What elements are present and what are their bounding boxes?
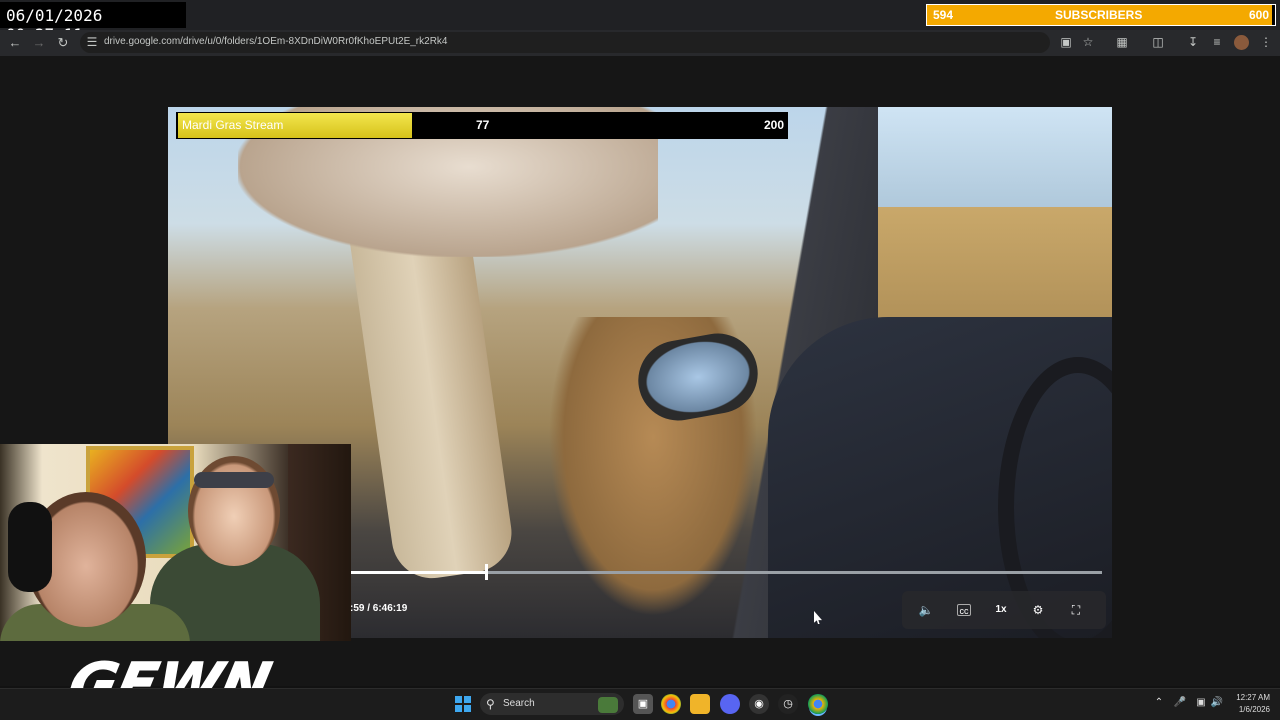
- extensions-icon[interactable]: ▦: [1114, 34, 1130, 50]
- webcam-headphones: [8, 502, 52, 592]
- search-highlight-icon: [598, 697, 618, 713]
- stream-goal-max: 200: [764, 118, 785, 132]
- microphone-icon[interactable]: 🎤: [1173, 697, 1187, 708]
- download-icon[interactable]: ↧: [1185, 34, 1201, 50]
- sidebar-icon[interactable]: ◫: [1150, 34, 1166, 50]
- forward-arrow-icon[interactable]: →: [30, 34, 48, 52]
- tray-overflow-icon[interactable]: ⌃: [1152, 697, 1166, 708]
- folder-icon[interactable]: [690, 694, 710, 714]
- subscriber-goal-bar: 594 SUBSCRIBERS 600: [926, 4, 1276, 26]
- app-icon[interactable]: ◉: [749, 694, 769, 714]
- video-time-display: :59 / 6:46:19: [350, 603, 408, 614]
- reload-icon[interactable]: ↻: [54, 34, 72, 52]
- clock-icon[interactable]: ◷: [778, 694, 798, 714]
- taskbar-time[interactable]: 12:27 AM: [1232, 693, 1270, 702]
- speaker-icon[interactable]: 🔊: [1210, 697, 1224, 708]
- stream-goal-current: 77: [476, 118, 490, 132]
- taskbar-date[interactable]: 1/6/2026: [1232, 705, 1270, 714]
- url-text[interactable]: drive.google.com/drive/u/0/folders/1OEm-…: [104, 36, 447, 47]
- back-arrow-icon[interactable]: ←: [6, 34, 24, 52]
- video-scrubber-handle[interactable]: [485, 564, 489, 580]
- stream-goal-label: Mardi Gras Stream: [182, 118, 284, 132]
- playback-speed-button[interactable]: 1x: [991, 601, 1011, 619]
- profile-avatar[interactable]: [1234, 35, 1249, 50]
- stream-timestamp: 06/01/2026 00:27:11: [0, 2, 186, 44]
- subscriber-count: 594: [933, 8, 954, 22]
- discord-icon[interactable]: [720, 694, 740, 714]
- video-progress-played: [350, 571, 486, 574]
- install-app-icon[interactable]: ▣: [1058, 34, 1074, 50]
- windows-start-icon[interactable]: [455, 696, 471, 712]
- taskbar-search-label: Search: [503, 698, 535, 709]
- subscriber-goal: 600: [1248, 8, 1269, 22]
- chrome-canary-icon[interactable]: [808, 694, 828, 714]
- menu-kebab-icon[interactable]: ⋮: [1258, 34, 1274, 50]
- fullscreen-icon[interactable]: ⛶: [1066, 601, 1086, 619]
- reading-list-icon[interactable]: ≡: [1209, 34, 1225, 50]
- video-scene-field: [878, 207, 1112, 327]
- display-icon[interactable]: ▣: [1194, 697, 1208, 708]
- webcam-overlay: [0, 444, 351, 641]
- chrome-icon[interactable]: [661, 694, 681, 714]
- site-info-icon[interactable]: ☰: [84, 34, 100, 50]
- subscriber-label: SUBSCRIBERS: [1055, 8, 1143, 22]
- settings-gear-icon[interactable]: ⚙: [1028, 601, 1048, 619]
- bookmark-star-icon[interactable]: ☆: [1080, 34, 1096, 50]
- captions-icon[interactable]: cc: [957, 604, 971, 616]
- volume-icon[interactable]: 🔈: [916, 601, 936, 619]
- task-view-icon[interactable]: ▣: [633, 694, 653, 714]
- webcam-headband: [194, 472, 274, 488]
- search-icon: ⚲: [486, 697, 495, 711]
